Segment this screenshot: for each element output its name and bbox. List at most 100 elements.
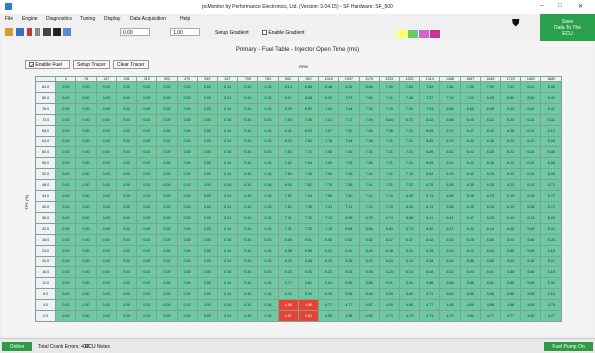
fuel-cell[interactable]: 0.00 [115,91,138,104]
fuel-cell[interactable]: 0.00 [115,124,138,137]
fuel-cell[interactable]: 5.91 [378,277,400,290]
fuel-cell[interactable]: 0.00 [136,233,158,246]
fuel-cell[interactable]: 6.37 [459,211,481,224]
fuel-cell[interactable]: 6.42 [459,135,481,148]
fuel-cell[interactable]: 0.00 [95,288,117,301]
fuel-cell[interactable]: 0.00 [95,135,117,148]
fuel-cell[interactable]: 5.46 [358,288,380,301]
fuel-cell[interactable]: 7.82 [338,124,360,137]
fuel-cell[interactable]: 5.86 [419,277,441,290]
fuel-cell[interactable]: 0.00 [196,168,218,181]
fuel-cell[interactable]: 7.86 [378,81,400,93]
fuel-cell[interactable]: 0.34 [257,200,279,213]
fuel-cell[interactable]: 7.84 [318,102,340,115]
fuel-cell[interactable]: 0.00 [156,233,178,246]
fuel-cell[interactable]: 0.00 [115,200,138,213]
fuel-cell[interactable]: 4.77 [338,299,360,312]
fuel-cell[interactable]: 5.86 [520,233,542,246]
fuel-cell[interactable]: 5.86 [520,277,542,290]
fuel-cell[interactable]: 0.00 [75,157,97,170]
fuel-cell[interactable]: 0.34 [237,190,259,202]
fuel-cell[interactable]: 0.00 [156,222,178,235]
fuel-cell[interactable]: 7.36 [358,135,380,148]
fuel-cell[interactable]: 6.08 [540,157,562,170]
fuel-cell[interactable]: 7.73 [297,146,320,159]
fuel-cell[interactable]: 0.00 [55,277,77,290]
fuel-cell[interactable]: 0.00 [55,222,77,235]
fuel-cell[interactable]: 4.88 [500,299,522,312]
fuel-cell[interactable]: 6.22 [500,168,522,181]
fuel-cell[interactable]: 7.24 [358,200,380,213]
fuel-cell[interactable]: 5.86 [500,277,522,290]
fuel-cell[interactable]: 0.34 [216,255,239,268]
fuel-cell[interactable]: 0.34 [257,233,279,246]
fuel-cell[interactable]: 0.00 [196,244,218,257]
fuel-cell[interactable]: 0.34 [237,255,259,268]
fuel-cell[interactable]: 7.82 [277,146,299,159]
fuel-cell[interactable]: 5.86 [520,288,542,301]
fuel-cell[interactable]: 0.34 [237,135,259,148]
fuel-cell[interactable]: 7.22 [398,179,421,192]
fuel-cell[interactable]: 6.14 [398,255,421,268]
fuel-cell[interactable]: 4.88 [439,299,461,312]
fuel-cell[interactable]: 6.98 [338,211,360,224]
fuel-cell[interactable]: 4.77 [318,299,340,312]
fuel-cell[interactable]: 6.58 [439,200,461,213]
fuel-cell[interactable]: 0.00 [196,190,218,202]
fuel-cell[interactable]: 0.00 [196,200,218,213]
fuel-cell[interactable]: 6.52 [419,222,441,235]
fuel-cell[interactable]: 5.34 [277,288,299,301]
fuel-cell[interactable]: 0.34 [257,211,279,224]
fuel-cell[interactable]: 0.00 [196,211,218,224]
fuel-cell[interactable]: 6.58 [318,233,340,246]
fuel-cell[interactable]: 0.00 [95,113,117,126]
fuel-cell[interactable]: 8.02 [277,179,299,192]
fuel-cell[interactable]: 6.95 [398,200,421,213]
fuel-cell[interactable]: 7.50 [338,190,360,202]
fuel-cell[interactable]: 4.73 [439,310,461,322]
fuel-cell[interactable]: 0.00 [95,255,117,268]
fuel-cell[interactable]: 0.00 [95,277,117,290]
fuel-cell[interactable]: 5.86 [500,244,522,257]
fuel-cell[interactable]: 0.00 [136,211,158,224]
fuel-cell[interactable]: 0.34 [257,146,279,159]
fuel-cell[interactable]: 6.08 [540,211,562,224]
fuel-cell[interactable]: 7.22 [398,124,421,137]
fuel-cell[interactable]: 6.52 [520,102,542,115]
fuel-cell[interactable]: 0.34 [257,222,279,235]
fuel-cell[interactable]: 0.34 [257,266,279,279]
fuel-cell[interactable]: 0.34 [216,277,239,290]
fuel-cell[interactable]: 6.28 [479,200,502,213]
fuel-cell[interactable]: 0.00 [55,157,77,170]
fuel-cell[interactable]: 0.34 [216,102,239,115]
fuel-cell[interactable]: 6.42 [459,168,481,181]
fuel-cell[interactable]: 0.00 [136,179,158,192]
fuel-cell[interactable]: 6.47 [459,124,481,137]
fuel-cell[interactable]: 6.08 [520,200,542,213]
fuel-cell[interactable]: 0.00 [176,200,198,213]
fuel-cell[interactable]: 0.00 [95,244,117,257]
fuel-cell[interactable]: 0.00 [176,146,198,159]
fuel-cell[interactable]: 7.90 [479,81,502,93]
fuel-cell[interactable]: 7.64 [277,200,299,213]
fuel-cell[interactable]: 6.74 [378,211,400,224]
fuel-cell[interactable]: 5.86 [459,255,481,268]
fuel-cell[interactable]: 4.59 [358,310,380,322]
fuel-cell[interactable]: 6.89 [419,146,441,159]
fuel-cell[interactable]: 0.00 [115,157,138,170]
fuel-cell[interactable]: 6.23 [500,135,522,148]
fuel-cell[interactable]: 5.91 [398,277,421,290]
fuel-cell[interactable]: 6.84 [338,222,360,235]
fuel-cell[interactable]: 7.60 [318,157,340,170]
fuel-cell[interactable]: 0.00 [176,211,198,224]
fuel-cell[interactable]: 5.11 [540,255,562,268]
fuel-cell[interactable]: 0.34 [257,277,279,290]
menu-display[interactable]: Display [104,16,120,22]
fuel-cell[interactable]: 6.08 [419,266,441,279]
fuel-cell[interactable]: 0.34 [237,233,259,246]
fuel-cell[interactable]: 4.73 [398,310,421,322]
fuel-cell[interactable]: 0.00 [156,124,178,137]
open-folder-icon[interactable] [5,28,13,36]
menu-help[interactable]: Help [180,16,190,22]
fuel-cell[interactable]: 0.00 [136,277,158,290]
